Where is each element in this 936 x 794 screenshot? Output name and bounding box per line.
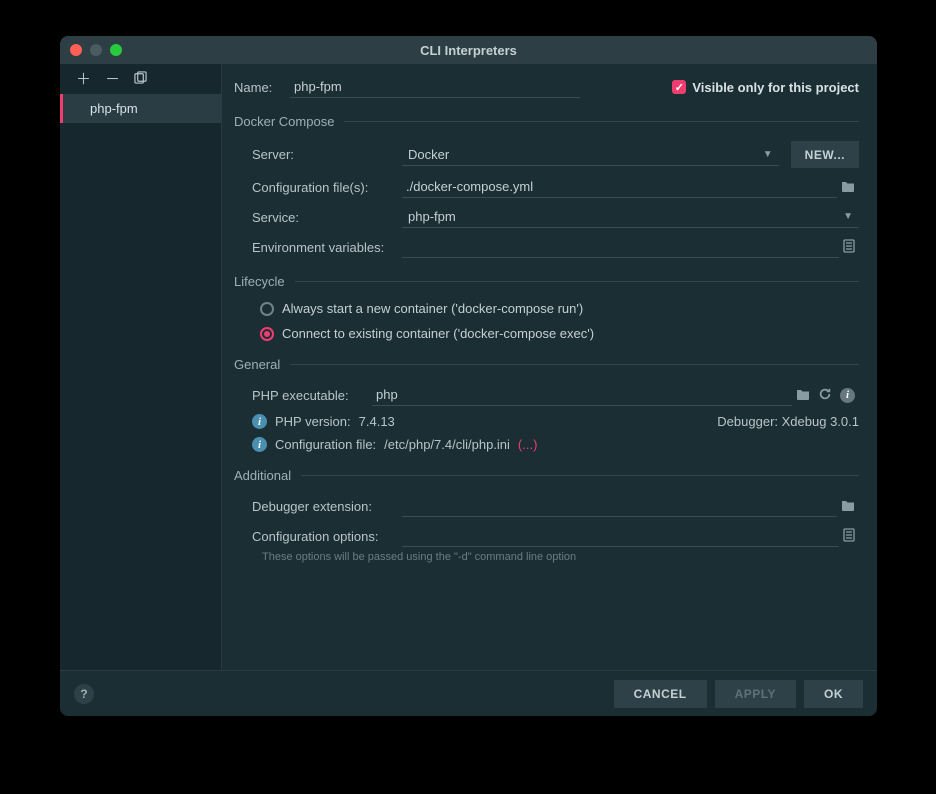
radio-icon [260,302,274,316]
config-file-more-link[interactable]: (...) [518,437,538,452]
info-icon: i [252,437,267,452]
sidebar-item-label: php-fpm [90,101,138,116]
config-file-label: Configuration file: [275,437,376,452]
section-general: General [234,357,859,372]
help-button[interactable]: ? [74,684,94,704]
config-opts-input[interactable] [402,525,839,547]
lifecycle-radio-run[interactable]: Always start a new container ('docker-co… [260,301,859,316]
remove-interpreter-button[interactable]: － [105,72,120,87]
name-input[interactable] [290,76,580,98]
section-docker-compose: Docker Compose [234,114,859,129]
config-files-input[interactable] [402,176,837,198]
chevron-down-icon: ▼ [837,211,859,222]
php-version-value: 7.4.13 [359,414,395,429]
server-select[interactable]: Docker ▼ [402,144,779,166]
add-interpreter-button[interactable]: ＋ [76,72,91,87]
service-label: Service: [252,210,402,225]
section-lifecycle: Lifecycle [234,274,859,289]
sidebar-toolbar: ＋ － [60,64,221,94]
checkmark-icon: ✓ [672,80,686,94]
info-icon: i [252,414,267,429]
radio-icon [260,327,274,341]
dialog-footer: ? CANCEL APPLY OK [60,670,877,716]
debugger-value: Xdebug 3.0.1 [782,414,859,429]
apply-button[interactable]: APPLY [715,680,796,708]
config-opts-hint: These options will be passed using the "… [262,551,859,563]
visible-only-checkbox[interactable]: ✓ Visible only for this project [672,80,859,95]
env-vars-input[interactable] [402,236,839,258]
env-vars-label: Environment variables: [252,240,402,255]
visible-only-label: Visible only for this project [692,80,859,95]
browse-php-exec-button[interactable] [792,387,814,403]
interpreter-list-sidebar: ＋ － php-fpm [60,64,222,670]
lifecycle-radio-exec[interactable]: Connect to existing container ('docker-c… [260,326,859,341]
debugger-label: Debugger: [717,414,778,429]
new-server-button[interactable]: NEW... [791,141,859,168]
sidebar-item-php-fpm[interactable]: php-fpm [60,94,221,123]
chevron-down-icon: ▼ [757,149,779,160]
debugger-ext-label: Debugger extension: [252,499,402,514]
browse-debugger-ext-button[interactable] [837,498,859,514]
name-label: Name: [234,80,290,95]
main-panel: Name: ✓ Visible only for this project Do… [222,64,877,670]
copy-interpreter-button[interactable] [134,71,147,87]
edit-env-button[interactable] [839,239,859,256]
php-exec-input[interactable] [372,384,792,406]
service-select[interactable]: php-fpm ▼ [402,206,859,228]
ok-button[interactable]: OK [804,680,863,708]
info-button[interactable]: i [836,388,859,403]
config-files-label: Configuration file(s): [252,180,402,195]
server-label: Server: [252,147,402,162]
section-additional: Additional [234,468,859,483]
reload-button[interactable] [814,387,836,404]
php-exec-label: PHP executable: [252,388,372,403]
php-version-label: PHP version: [275,414,351,429]
browse-config-files-button[interactable] [837,179,859,195]
titlebar: CLI Interpreters [60,36,877,64]
config-opts-label: Configuration options: [252,529,402,544]
window-title: CLI Interpreters [60,43,877,58]
config-file-value: /etc/php/7.4/cli/php.ini [384,437,510,452]
cancel-button[interactable]: CANCEL [614,680,707,708]
debugger-ext-input[interactable] [402,495,837,517]
edit-config-opts-button[interactable] [839,528,859,545]
cli-interpreters-dialog: CLI Interpreters ＋ － php-fpm Name: ✓ Vis… [60,36,877,716]
